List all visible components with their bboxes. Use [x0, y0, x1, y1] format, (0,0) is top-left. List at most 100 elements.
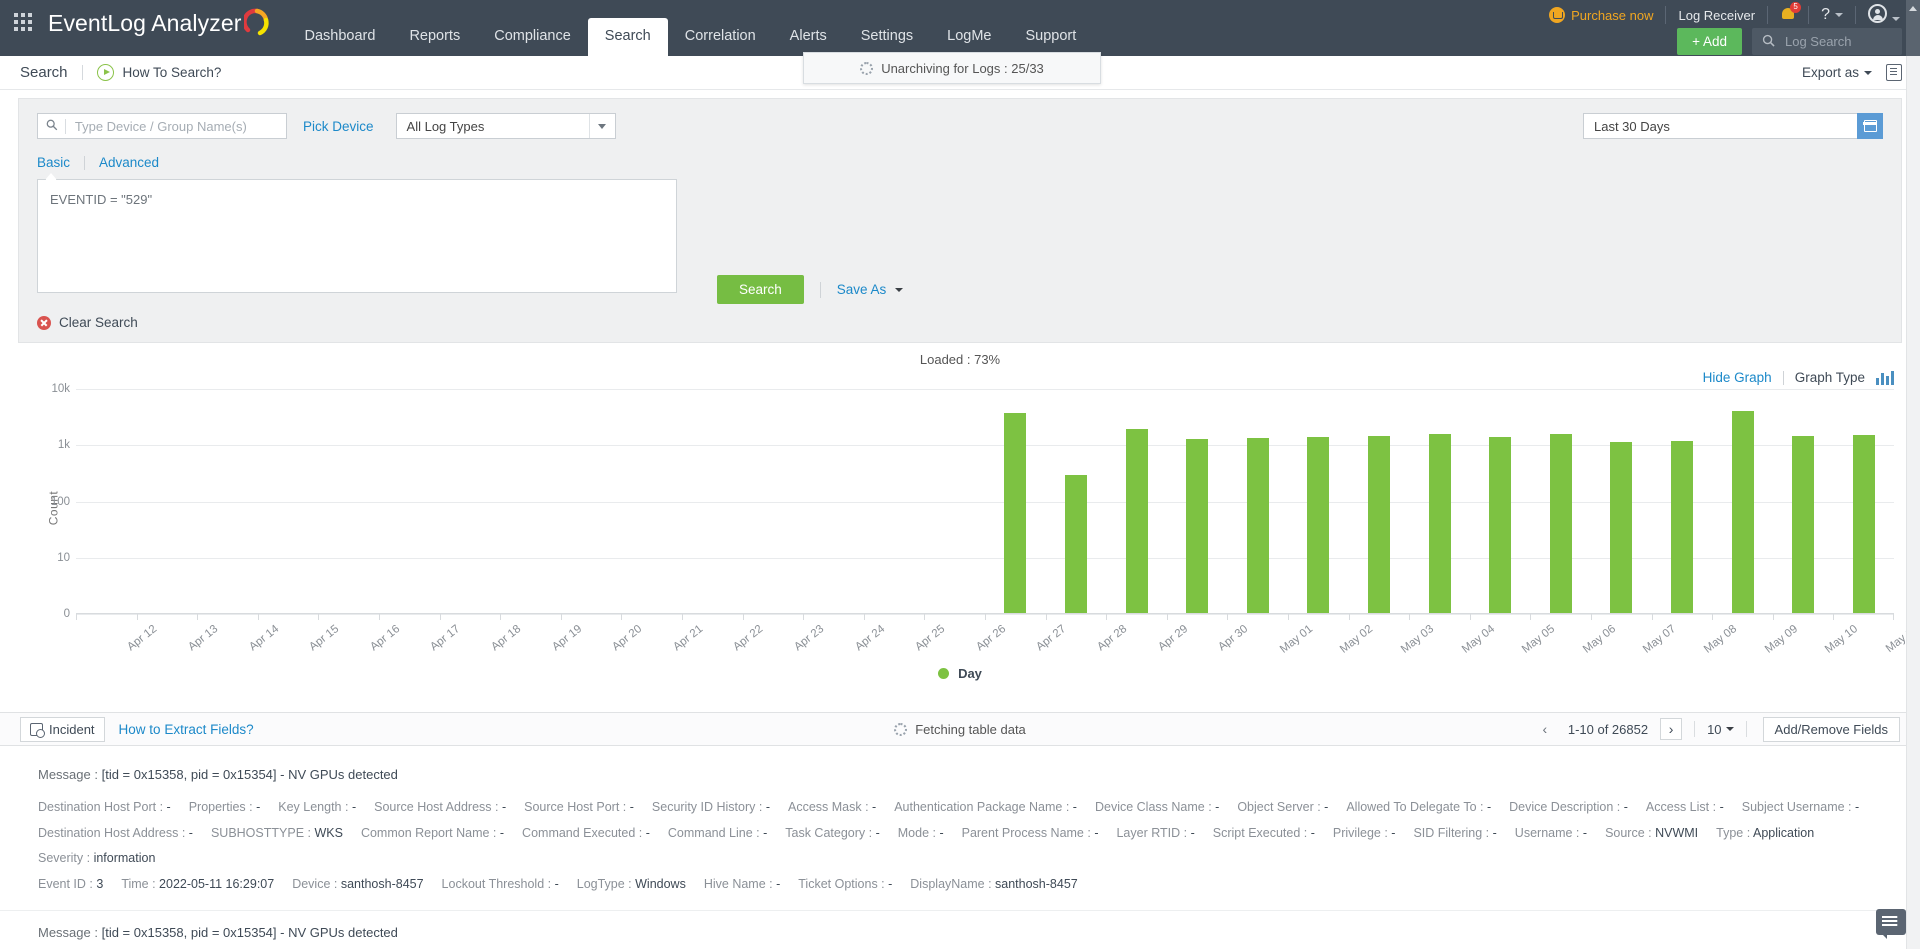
tab-basic[interactable]: Basic	[37, 155, 70, 170]
x-axis-tick	[500, 614, 502, 620]
log-entry-row[interactable]: Message : [tid = 0x15358, pid = 0x15354]…	[0, 911, 1920, 949]
chart-bar[interactable]	[1004, 412, 1027, 613]
log-receiver-link[interactable]: Log Receiver	[1678, 8, 1755, 23]
log-field: Hive Name : -	[704, 872, 780, 898]
device-name-input[interactable]	[72, 117, 278, 135]
save-as-dropdown[interactable]: Save As	[837, 282, 904, 297]
chart-bar[interactable]	[1246, 437, 1269, 613]
app-grid-icon[interactable]	[10, 9, 36, 35]
tab-advanced[interactable]: Advanced	[99, 155, 159, 170]
log-field-value: -	[1391, 825, 1396, 840]
nav-item-dashboard[interactable]: Dashboard	[288, 18, 393, 56]
nav-item-correlation[interactable]: Correlation	[668, 18, 773, 56]
previous-page-button[interactable]: ‹	[1534, 718, 1556, 740]
log-field: Severity : information	[38, 846, 155, 872]
log-field: Command Executed : -	[522, 821, 650, 847]
chevron-down-icon	[1835, 13, 1843, 17]
nav-item-alerts[interactable]: Alerts	[773, 18, 844, 56]
loading-spinner-icon	[894, 722, 908, 736]
log-type-select[interactable]: All Log Types	[395, 113, 616, 139]
log-results-list: Message : [tid = 0x15358, pid = 0x15354]…	[0, 753, 1920, 949]
user-menu[interactable]	[1868, 4, 1900, 26]
chart-bar[interactable]	[1731, 411, 1754, 613]
log-field-key: SID Filtering :	[1413, 825, 1493, 840]
add-button[interactable]: + Add	[1677, 28, 1742, 55]
chart-bar[interactable]	[1367, 436, 1390, 613]
x-axis-tick	[1045, 614, 1047, 620]
clear-search-button[interactable]: Clear Search	[37, 315, 138, 330]
search-query-input[interactable]: EVENTID = "529"	[37, 179, 677, 293]
export-as-label: Export as	[1801, 65, 1859, 80]
log-message-key: Message :	[38, 767, 102, 782]
log-field-key: Time :	[121, 876, 160, 891]
y-axis-tick-label: 1k	[57, 439, 70, 452]
how-to-search-link[interactable]: How To Search?	[123, 65, 222, 80]
y-axis-tick-label: 0	[63, 608, 70, 620]
page-scrollbar[interactable]	[1906, 56, 1920, 949]
calendar-button[interactable]	[1857, 113, 1883, 139]
chart-bar[interactable]	[1125, 428, 1148, 613]
log-field-key: Source Host Port :	[524, 800, 630, 814]
chart-bar[interactable]	[1489, 437, 1512, 613]
log-field-value: -	[256, 800, 261, 814]
schedule-report-icon[interactable]	[1886, 64, 1902, 81]
loaded-progress-status: Loaded : 73%	[919, 352, 1001, 367]
next-page-button[interactable]: ›	[1660, 718, 1683, 740]
chart-bar[interactable]	[1428, 433, 1451, 613]
log-field-value: WKS	[314, 825, 343, 840]
x-axis-tick-label: May 08	[1701, 623, 1739, 656]
x-axis-tick-label: May 03	[1398, 623, 1436, 656]
device-search-box[interactable]	[37, 113, 287, 139]
log-search-input[interactable]	[1783, 33, 1892, 50]
log-field-key: Script Executed :	[1212, 825, 1311, 840]
log-field-value: 3	[96, 876, 104, 891]
pagination-info: 1-10 of 26852	[1567, 721, 1649, 737]
log-entry-row[interactable]: Message : [tid = 0x15358, pid = 0x15354]…	[0, 753, 1920, 911]
nav-item-compliance[interactable]: Compliance	[477, 18, 588, 56]
log-field-value: -	[1072, 800, 1077, 814]
chart-bar[interactable]	[1792, 436, 1815, 613]
pick-device-link[interactable]: Pick Device	[303, 119, 374, 134]
log-field: Privilege : -	[1333, 821, 1396, 847]
x-axis-tick-label: Apr 26	[973, 623, 1008, 654]
brand-logo[interactable]: EventLog Analyzer	[48, 8, 270, 37]
how-to-extract-fields-link[interactable]: How to Extract Fields?	[119, 722, 254, 737]
chart-bar[interactable]	[1610, 442, 1633, 613]
search-icon	[1762, 34, 1775, 50]
log-field-value: -	[1486, 800, 1492, 814]
divider	[819, 281, 821, 298]
chart-bar[interactable]	[1307, 436, 1330, 613]
chart-bar[interactable]	[1549, 434, 1572, 613]
log-field: Layer RTID : -	[1116, 821, 1194, 847]
log-field: Access List : -	[1646, 795, 1724, 821]
nav-item-settings[interactable]: Settings	[844, 18, 930, 56]
top-right-controls: Purchase now Log Receiver 5 ? + Add	[1220, 0, 1920, 56]
export-as-dropdown[interactable]: Export as	[1802, 65, 1872, 80]
log-field-value: -	[166, 800, 171, 814]
nav-item-reports[interactable]: Reports	[392, 18, 477, 56]
nav-item-support[interactable]: Support	[1009, 18, 1094, 56]
chart-bar[interactable]	[1670, 441, 1693, 613]
log-field: Script Executed : -	[1213, 821, 1315, 847]
nav-item-logme[interactable]: LogMe	[930, 18, 1008, 56]
nav-item-search[interactable]: Search	[587, 18, 668, 56]
x-axis-tick-label: Apr 20	[610, 623, 645, 654]
date-range-picker[interactable]: Last 30 Days	[1583, 113, 1883, 139]
chart-bar[interactable]	[1852, 434, 1875, 613]
x-axis-tick-label: May 10	[1823, 623, 1861, 656]
notifications-bell-icon[interactable]: 5	[1780, 2, 1802, 24]
search-button[interactable]: Search	[717, 275, 804, 304]
x-axis-tick-label: Apr 13	[186, 623, 221, 654]
incident-button[interactable]: Incident	[20, 716, 105, 742]
help-menu[interactable]: ?	[1821, 6, 1843, 24]
chart-bar[interactable]	[1186, 438, 1209, 613]
scrollbar-up-arrow[interactable]	[1906, 0, 1920, 56]
page-size-dropdown[interactable]: 10	[1707, 722, 1734, 737]
log-field-key: Ticket Options :	[798, 876, 889, 891]
log-field-key: Type :	[1716, 825, 1753, 840]
purchase-now-button[interactable]: Purchase now	[1549, 7, 1653, 23]
add-remove-fields-button[interactable]: Add/Remove Fields	[1762, 716, 1900, 742]
chat-support-button[interactable]	[1876, 909, 1906, 939]
chart-bar[interactable]	[1064, 474, 1087, 613]
log-search-box[interactable]	[1752, 28, 1902, 55]
